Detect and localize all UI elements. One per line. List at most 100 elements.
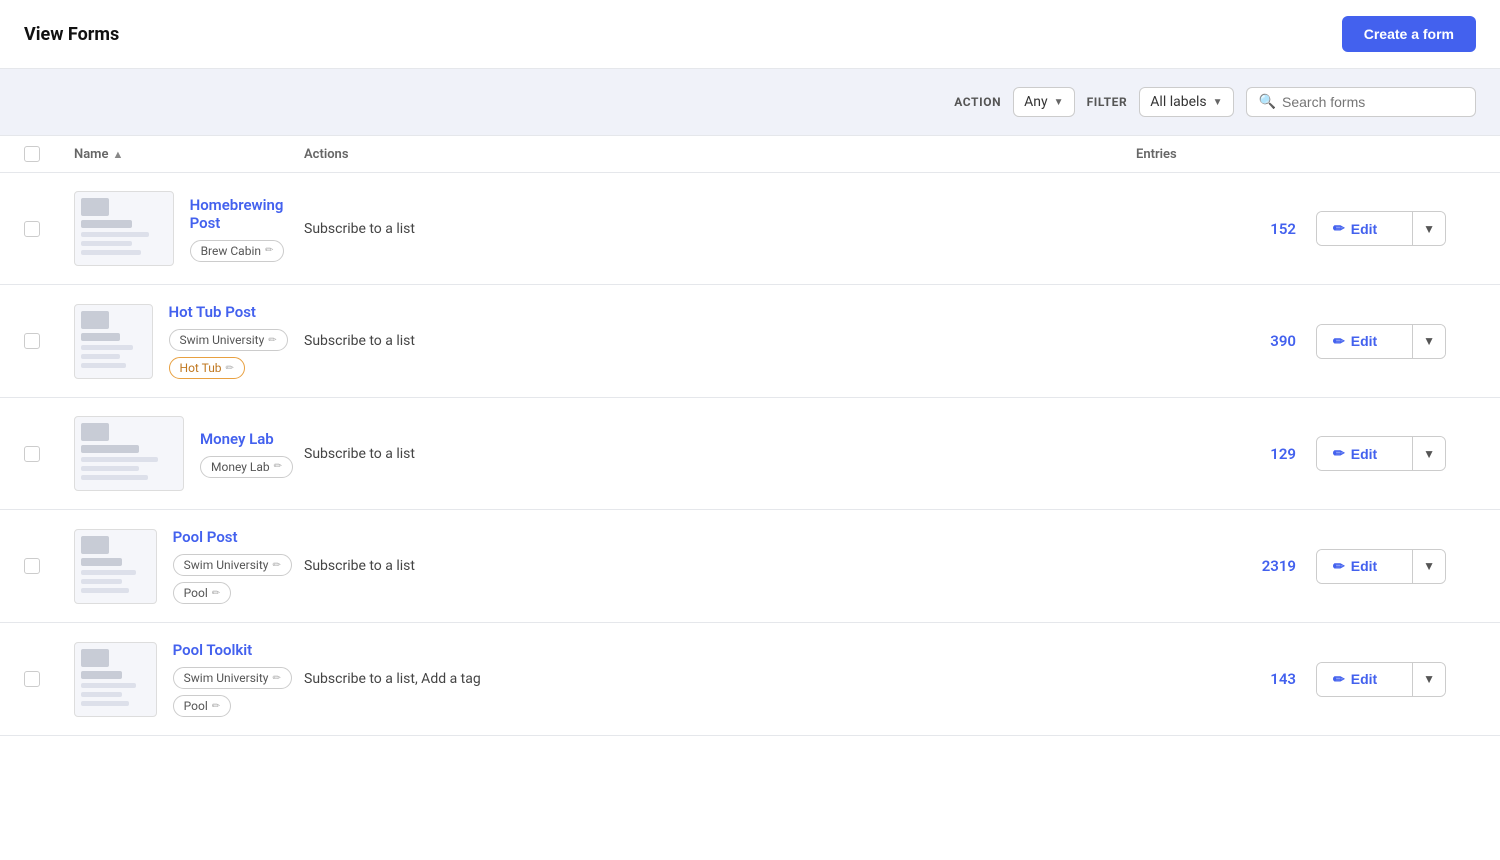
row-checkbox-cell	[24, 558, 74, 574]
name-col-label: Name	[74, 147, 108, 162]
table-row: Hot Tub Post Swim University ✏ Hot Tub ✏ Su…	[0, 285, 1500, 398]
table-row: Pool PostSwim University ✏Pool ✏Subscrib…	[0, 510, 1500, 623]
select-all-checkbox-cell	[24, 146, 74, 162]
form-tag[interactable]: Money Lab ✏	[200, 456, 293, 478]
name-col-wrap: Pool Post Swim University ✏ Pool ✏	[74, 528, 304, 604]
form-title-link[interactable]: Pool Toolkit	[173, 641, 304, 659]
action-dropdown-chevron-icon: ▼	[1054, 97, 1064, 108]
form-tag[interactable]: Pool ✏	[173, 695, 232, 717]
entries-col-label: Entries	[1136, 147, 1177, 162]
form-name-cell: Homebrewing Post Brew Cabin ✏	[174, 196, 304, 262]
table-row: Pool ToolkitSwim University ✏Pool ✏Subsc…	[0, 623, 1500, 736]
create-form-button[interactable]: Create a form	[1342, 16, 1476, 52]
page-title: View Forms	[24, 24, 119, 45]
edit-area: ✏ Edit ▼	[1316, 211, 1446, 246]
form-tag[interactable]: Swim University ✏	[173, 554, 292, 576]
form-tags: Swim University ✏ Pool ✏	[173, 667, 304, 717]
actions-col-label: Actions	[304, 147, 349, 162]
form-name-cell: Pool Toolkit Swim University ✏ Pool ✏	[157, 641, 304, 717]
form-thumbnail	[74, 529, 157, 604]
edit-area: ✏ Edit ▼	[1316, 549, 1446, 584]
tag-label: Money Lab	[211, 460, 270, 474]
tag-label: Pool	[184, 586, 208, 600]
form-name-cell: Hot Tub Post Swim University ✏ Hot Tub ✏	[153, 303, 304, 379]
form-tags: Swim University ✏ Pool ✏	[173, 554, 304, 604]
tag-label: Brew Cabin	[201, 244, 261, 258]
edit-pencil-icon: ✏	[1333, 558, 1345, 575]
actions-column-header: Actions	[304, 146, 1136, 162]
tag-edit-icon: ✏	[272, 673, 280, 684]
edit-dropdown-chevron-icon: ▼	[1423, 334, 1435, 348]
form-tags: Brew Cabin ✏	[190, 240, 304, 262]
form-action-text: Subscribe to a list	[304, 333, 1136, 349]
edit-dropdown-button[interactable]: ▼	[1413, 437, 1445, 470]
row-checkbox[interactable]	[24, 446, 40, 462]
edit-label: Edit	[1351, 671, 1377, 687]
edit-dropdown-chevron-icon: ▼	[1423, 672, 1435, 686]
edit-dropdown-button[interactable]: ▼	[1413, 325, 1445, 358]
edit-pencil-icon: ✏	[1333, 671, 1345, 688]
name-col-wrap: Hot Tub Post Swim University ✏ Hot Tub ✏	[74, 303, 304, 379]
tag-edit-icon: ✏	[272, 560, 280, 571]
filter-label: FILTER	[1087, 95, 1128, 109]
form-entries-count: 143	[1136, 670, 1316, 688]
form-thumbnail	[74, 642, 157, 717]
edit-label: Edit	[1351, 558, 1377, 574]
form-thumbnail	[74, 416, 184, 491]
form-title-link[interactable]: Homebrewing Post	[190, 196, 304, 232]
tag-edit-icon: ✏	[268, 335, 276, 346]
edit-pencil-icon: ✏	[1333, 333, 1345, 350]
form-tags: Swim University ✏ Hot Tub ✏	[169, 329, 304, 379]
form-entries-count: 2319	[1136, 557, 1316, 575]
edit-area: ✏ Edit ▼	[1316, 662, 1446, 697]
form-tag[interactable]: Swim University ✏	[173, 667, 292, 689]
form-tag[interactable]: Hot Tub ✏	[169, 357, 245, 379]
edit-pencil-icon: ✏	[1333, 220, 1345, 237]
form-action-text: Subscribe to a list	[304, 446, 1136, 462]
form-tag[interactable]: Pool ✏	[173, 582, 232, 604]
edit-button[interactable]: ✏Edit	[1317, 325, 1413, 358]
tag-label: Swim University	[184, 558, 269, 572]
form-tag[interactable]: Brew Cabin ✏	[190, 240, 285, 262]
form-entries-count: 390	[1136, 332, 1316, 350]
page-header: View Forms Create a form	[0, 0, 1500, 69]
form-title-link[interactable]: Pool Post	[173, 528, 304, 546]
edit-button[interactable]: ✏ Edit	[1317, 550, 1413, 583]
row-checkbox[interactable]	[24, 221, 40, 237]
form-thumbnail	[74, 304, 153, 379]
row-checkbox-cell	[24, 671, 74, 687]
form-tags: Money Lab ✏	[200, 456, 293, 478]
tag-edit-icon: ✏	[226, 363, 234, 374]
form-entries-count: 152	[1136, 220, 1316, 238]
edit-label: Edit	[1351, 221, 1377, 237]
name-col-wrap: Homebrewing Post Brew Cabin ✏	[74, 191, 304, 266]
search-input[interactable]	[1282, 94, 1463, 110]
edit-dropdown-button[interactable]: ▼	[1413, 550, 1445, 583]
row-checkbox[interactable]	[24, 333, 40, 349]
edit-button[interactable]: ✏ Edit	[1317, 437, 1413, 470]
filter-dropdown[interactable]: All labels ▼	[1139, 87, 1233, 117]
form-title-link[interactable]: Hot Tub Post	[169, 303, 304, 321]
edit-area: ✏ Edit ▼	[1316, 436, 1446, 471]
tag-label: Swim University	[184, 671, 269, 685]
edit-button[interactable]: ✏ Edit	[1317, 212, 1413, 245]
row-checkbox[interactable]	[24, 558, 40, 574]
action-dropdown[interactable]: Any ▼	[1013, 87, 1074, 117]
toolbar: ACTION Any ▼ FILTER All labels ▼ 🔍	[0, 69, 1500, 136]
edit-button[interactable]: ✏ Edit	[1317, 663, 1413, 696]
row-checkbox[interactable]	[24, 671, 40, 687]
select-all-checkbox[interactable]	[24, 146, 40, 162]
form-tag[interactable]: Swim University ✏	[169, 329, 288, 351]
form-name-cell: Money LabMoney Lab ✏	[184, 430, 293, 478]
edit-dropdown-chevron-icon: ▼	[1423, 559, 1435, 573]
edit-pencil-icon: ✏	[1333, 445, 1345, 462]
edit-label: Edit	[1351, 446, 1377, 462]
edit-dropdown-button[interactable]: ▼	[1413, 212, 1445, 245]
tag-label: Pool	[184, 699, 208, 713]
row-checkbox-cell	[24, 446, 74, 462]
name-column-header[interactable]: Name ▲	[74, 147, 304, 162]
form-title-link[interactable]: Money Lab	[200, 430, 293, 448]
name-col-wrap: Money LabMoney Lab ✏	[74, 416, 304, 491]
form-action-text: Subscribe to a list	[304, 221, 1136, 237]
edit-dropdown-button[interactable]: ▼	[1413, 663, 1445, 696]
